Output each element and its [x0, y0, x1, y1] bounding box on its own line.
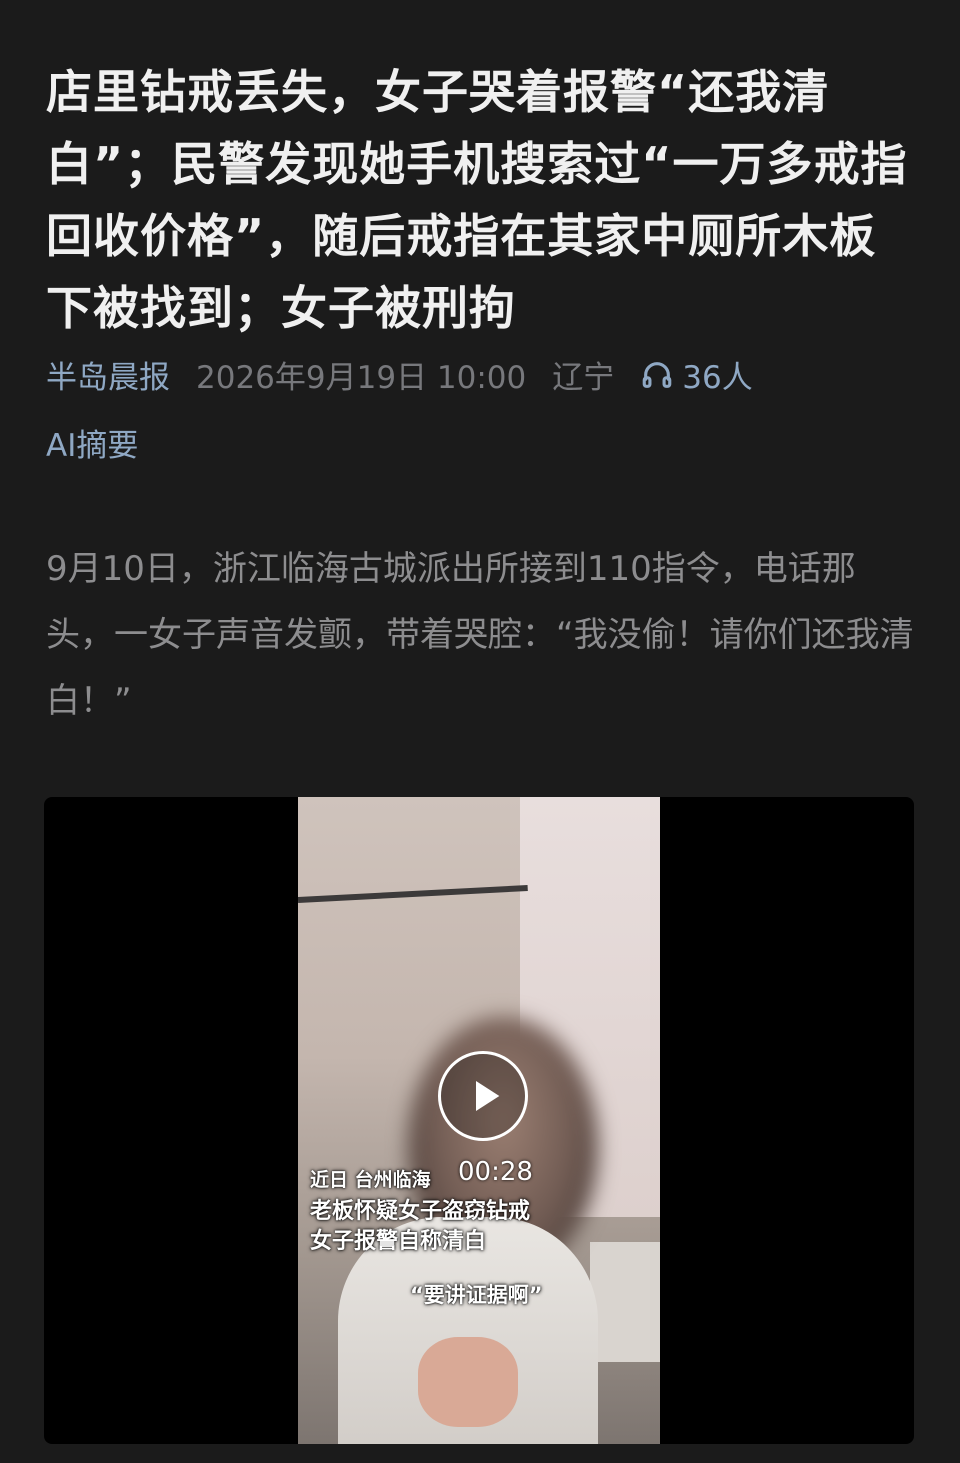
- video-quote: “要讲证据啊”: [410, 1283, 543, 1307]
- video-hand: [418, 1337, 518, 1427]
- listen-button[interactable]: 36人: [640, 352, 753, 397]
- ai-summary-button[interactable]: AI摘要: [46, 420, 138, 465]
- video-caption-line3: 女子报警自称清白: [310, 1229, 487, 1254]
- video-rail: [298, 884, 528, 903]
- video-caption-line1: 近日 台州临海: [310, 1169, 431, 1191]
- play-icon: [476, 1081, 500, 1111]
- publish-date: 2026年9月19日 10:00: [196, 360, 527, 396]
- video-shelf: [590, 1242, 660, 1362]
- video-player[interactable]: 00:28 近日 台州临海 老板怀疑女子盗窃钻戒 女子报警自称清白 “要讲证据啊…: [44, 797, 914, 1444]
- play-button[interactable]: [438, 1051, 528, 1141]
- video-duration: 00:28: [458, 1157, 533, 1187]
- listener-count: 36人: [682, 360, 753, 396]
- video-caption-line2: 老板怀疑女子盗窃钻戒: [310, 1199, 531, 1224]
- headphones-icon: [642, 361, 672, 388]
- article-body: 9月10日，浙江临海古城派出所接到110指令，电话那头，一女子声音发颤，带着哭腔…: [46, 549, 914, 721]
- location: 辽宁: [552, 360, 615, 396]
- source-link[interactable]: 半岛晨报: [46, 352, 170, 397]
- article-title: 店里钻戒丢失，女子哭着报警“还我清白”；民警发现她手机搜索过“一万多戒指回收价格…: [46, 65, 908, 335]
- video-frame: 00:28 近日 台州临海 老板怀疑女子盗窃钻戒 女子报警自称清白 “要讲证据啊…: [298, 797, 660, 1444]
- article-meta: 半岛晨报 2026年9月19日 10:00 辽宁 36人: [46, 352, 926, 397]
